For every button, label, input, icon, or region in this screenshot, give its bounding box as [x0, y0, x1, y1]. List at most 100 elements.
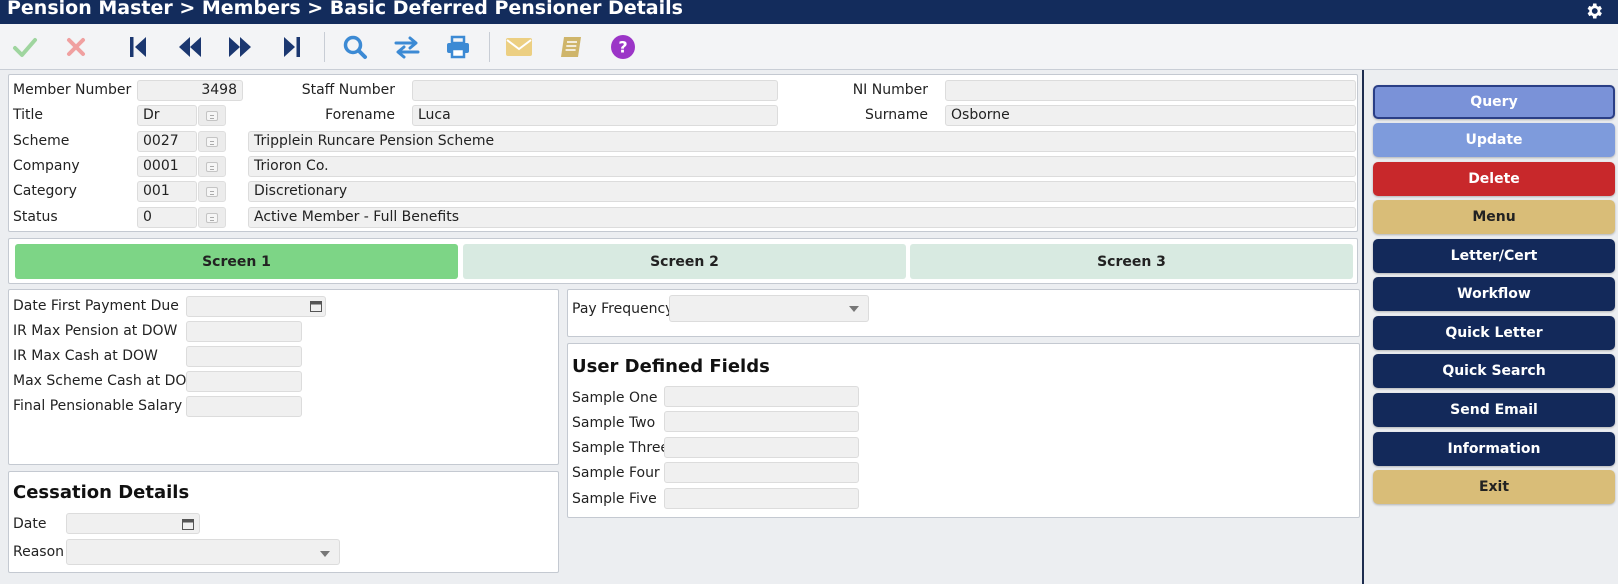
quick-letter-button[interactable]: Quick Letter [1373, 316, 1615, 350]
cessation-reason-select[interactable] [66, 539, 340, 565]
toolbar-separator [324, 32, 325, 62]
scheme-code-field[interactable]: 0027 [137, 131, 197, 152]
company-code-field[interactable]: 0001 [137, 156, 197, 177]
ir-max-cash-field[interactable] [186, 346, 302, 367]
swap-icon[interactable] [393, 34, 421, 60]
last-record-icon[interactable] [278, 34, 306, 60]
max-scheme-cash-field[interactable] [186, 371, 302, 392]
status-name-field: Active Member - Full Benefits [248, 207, 1356, 228]
print-icon[interactable] [444, 34, 472, 60]
staff-number-label: Staff Number [301, 82, 395, 98]
letter-cert-button[interactable]: Letter/Cert [1373, 239, 1615, 273]
update-button[interactable]: Update [1373, 123, 1615, 157]
pay-frequency-label: Pay Frequency [572, 301, 674, 317]
next-record-icon[interactable] [226, 34, 254, 60]
user-defined-heading: User Defined Fields [572, 356, 770, 377]
category-name-field: Discretionary [248, 181, 1356, 202]
tab-screen-3[interactable]: Screen 3 [910, 244, 1353, 279]
sample-four-label: Sample Four [572, 465, 660, 481]
quick-search-button[interactable]: Quick Search [1373, 354, 1615, 388]
sample-one-field[interactable] [664, 386, 859, 407]
search-icon[interactable] [341, 34, 369, 60]
company-lookup-button[interactable] [198, 156, 226, 177]
send-email-button[interactable]: Send Email [1373, 393, 1615, 427]
forename-label: Forename [325, 107, 395, 123]
status-code-field[interactable]: 0 [137, 207, 197, 228]
company-label: Company [13, 158, 80, 174]
sample-three-label: Sample Three [572, 440, 670, 456]
cessation-heading: Cessation Details [13, 482, 190, 503]
final-pensionable-salary-label: Final Pensionable Salary [13, 398, 183, 414]
pay-frequency-select[interactable] [669, 295, 869, 322]
scheme-label: Scheme [13, 133, 70, 149]
first-record-icon[interactable] [124, 34, 152, 60]
sample-five-label: Sample Five [572, 491, 657, 507]
toolbar-separator [489, 32, 490, 62]
workflow-button[interactable]: Workflow [1373, 277, 1615, 311]
sample-one-label: Sample One [572, 390, 658, 406]
lookup-icon [206, 212, 218, 223]
sample-four-field[interactable] [664, 462, 859, 483]
chevron-down-icon [849, 306, 859, 312]
final-pensionable-salary-field[interactable] [186, 396, 302, 417]
member-number-label: Member Number [13, 82, 132, 98]
toolbar: ? [0, 24, 1618, 70]
help-icon[interactable]: ? [609, 34, 637, 60]
forename-field[interactable]: Luca [412, 105, 778, 126]
status-lookup-button[interactable] [198, 207, 226, 228]
query-button[interactable]: Query [1373, 85, 1615, 119]
check-icon[interactable] [11, 34, 39, 60]
sample-two-field[interactable] [664, 411, 859, 432]
calendar-icon[interactable] [182, 518, 194, 530]
member-number-field[interactable]: 3498 [137, 80, 243, 101]
lookup-icon [206, 161, 218, 172]
window-title: Pension Master > Members > Basic Deferre… [7, 0, 683, 19]
cessation-date-label: Date [13, 516, 47, 532]
cancel-icon[interactable] [62, 34, 90, 60]
title-lookup-button[interactable] [198, 105, 226, 126]
surname-field[interactable]: Osborne [945, 105, 1356, 126]
category-label: Category [13, 183, 77, 199]
chevron-down-icon [320, 551, 330, 557]
ir-max-cash-label: IR Max Cash at DOW [13, 348, 158, 364]
cessation-reason-label: Reason [13, 544, 65, 560]
sample-three-field[interactable] [664, 437, 859, 458]
title-bar: Pension Master > Members > Basic Deferre… [0, 0, 1618, 24]
notes-icon[interactable] [557, 34, 585, 60]
max-scheme-cash-label: Max Scheme Cash at DOW [13, 373, 201, 389]
category-lookup-button[interactable] [198, 181, 226, 202]
svg-text:?: ? [618, 38, 627, 57]
email-icon[interactable] [505, 34, 533, 60]
title-label: Title [13, 107, 44, 123]
calendar-icon[interactable] [310, 300, 322, 312]
lookup-icon [206, 136, 218, 147]
scheme-lookup-button[interactable] [198, 131, 226, 152]
surname-label: Surname [865, 107, 928, 123]
tab-screen-2[interactable]: Screen 2 [463, 244, 906, 279]
sample-five-field[interactable] [664, 488, 859, 509]
date-first-payment-due-label: Date First Payment Due [13, 298, 179, 314]
menu-button[interactable]: Menu [1373, 200, 1615, 234]
scheme-name-field: Tripplein Runcare Pension Scheme [248, 131, 1356, 152]
date-first-payment-due-field[interactable] [186, 296, 326, 317]
exit-button[interactable]: Exit [1373, 470, 1615, 504]
previous-record-icon[interactable] [176, 34, 204, 60]
delete-button[interactable]: Delete [1373, 162, 1615, 196]
sidebar-divider [1362, 70, 1364, 584]
staff-number-field[interactable] [412, 80, 778, 101]
cessation-date-field[interactable] [66, 513, 200, 534]
gear-icon[interactable] [1584, 1, 1604, 21]
ni-number-label: NI Number [852, 82, 928, 98]
sample-two-label: Sample Two [572, 415, 656, 431]
category-code-field[interactable]: 001 [137, 181, 197, 202]
tab-screen-1[interactable]: Screen 1 [15, 244, 458, 279]
title-field[interactable]: Dr [137, 105, 197, 126]
status-label: Status [13, 209, 58, 225]
lookup-icon [206, 110, 218, 121]
ir-max-pension-label: IR Max Pension at DOW [13, 323, 178, 339]
company-name-field: Trioron Co. [248, 156, 1356, 177]
lookup-icon [206, 186, 218, 197]
ni-number-field[interactable] [945, 80, 1356, 101]
information-button[interactable]: Information [1373, 432, 1615, 466]
ir-max-pension-field[interactable] [186, 321, 302, 342]
